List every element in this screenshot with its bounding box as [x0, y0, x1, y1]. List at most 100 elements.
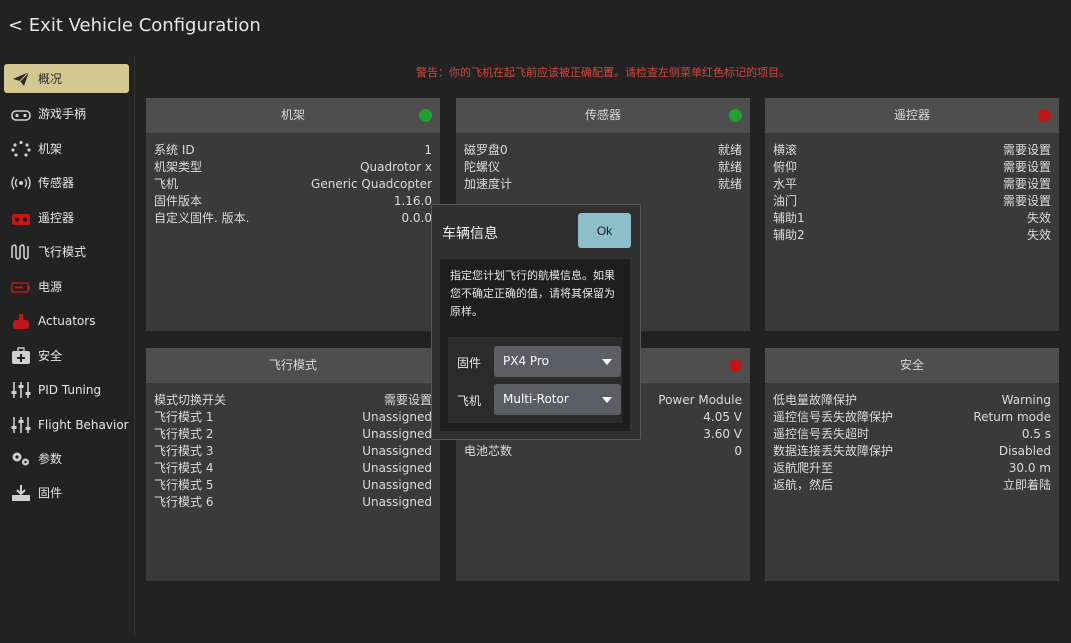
row-value: Unassigned	[362, 461, 432, 475]
sidebar-item-label: 飞行模式	[38, 245, 87, 259]
status-dot-green-icon	[729, 109, 742, 122]
row-value: Unassigned	[362, 495, 432, 509]
row-label: 飞行模式 1	[154, 410, 214, 424]
table-row: 飞行模式 2 Unassigned	[146, 426, 440, 443]
row-value: 3.60 V	[703, 427, 742, 441]
sidebar-item-pid-tuning[interactable]: PID Tuning	[4, 375, 129, 404]
sliders-icon	[11, 381, 31, 398]
table-row: 数据连接丢失故障保护 Disabled	[765, 443, 1059, 460]
row-value: 失效	[1026, 228, 1051, 242]
row-label: 低电量故障保护	[773, 393, 858, 407]
sidebar-item-power[interactable]: 电源	[4, 272, 129, 301]
radio-controller-icon	[12, 213, 30, 225]
safety-panel-header[interactable]: 安全	[765, 348, 1059, 383]
paper-plane-icon	[13, 71, 30, 86]
dialog-body: 指定您计划飞行的航模信息。如果您不确定正确的值，请将其保留为原样。 固件 PX4…	[440, 259, 630, 431]
table-row: 遥控信号丢失故障保护 Return mode	[765, 409, 1059, 426]
table-row: 机架类型 Quadrotor x	[146, 159, 440, 176]
dialog-title: 车辆信息	[442, 226, 498, 242]
table-row: 遥控信号丢失超时 0.5 s	[765, 426, 1059, 443]
table-row: 横滚 需要设置	[765, 142, 1059, 159]
exit-vehicle-config-button[interactable]: < Exit Vehicle Configuration	[8, 15, 261, 36]
row-label: 磁罗盘0	[464, 143, 508, 157]
flight-modes-panel: 飞行模式 模式切换开关 需要设置 飞行模式 1 Unassigned 飞行模式 2 U…	[146, 348, 440, 581]
sidebar-item-joystick[interactable]: 游戏手柄	[4, 99, 129, 128]
sidebar-item-firmware[interactable]: 固件	[4, 478, 129, 507]
row-label: 数据连接丢失故障保护	[773, 444, 894, 458]
safety-panel: 安全 低电量故障保护 Warning 遥控信号丢失故障保护 Return mode …	[765, 348, 1059, 581]
table-row: 返航，然后 立即着陆	[765, 477, 1059, 494]
sidebar-item-label: 遥控器	[38, 211, 75, 225]
sidebar-item-sensors[interactable]: 传感器	[4, 168, 129, 197]
sidebar-item-parameters[interactable]: 参数	[4, 444, 129, 473]
row-value: 0.5 s	[1021, 427, 1051, 441]
row-value: Return mode	[973, 410, 1051, 424]
row-label: 俯仰	[773, 160, 798, 174]
radio-panel-header[interactable]: 遥控器	[765, 98, 1059, 133]
row-value: Generic Quadcopter	[311, 177, 432, 191]
sidebar-item-airframe[interactable]: 机架	[4, 134, 129, 163]
row-value: Unassigned	[362, 444, 432, 458]
table-row: 自定义固件. 版本. 0.0.0	[146, 210, 440, 227]
row-value: Disabled	[998, 444, 1051, 458]
table-row: 飞行模式 5 Unassigned	[146, 477, 440, 494]
flight-modes-panel-header[interactable]: 飞行模式	[146, 348, 440, 383]
firmware-select[interactable]: PX4 Pro	[494, 346, 621, 377]
row-label: 油门	[773, 194, 798, 208]
table-row: 油门 需要设置	[765, 193, 1059, 210]
row-label: 辅助2	[773, 228, 805, 242]
row-value: 需要设置	[383, 393, 432, 407]
row-value: 4.05 V	[703, 410, 742, 424]
sliders-icon	[11, 416, 31, 433]
firmware-select-value: PX4 Pro	[503, 354, 549, 368]
sensors-panel-header[interactable]: 传感器	[456, 98, 750, 133]
table-row: 飞行模式 3 Unassigned	[146, 443, 440, 460]
row-label: 电池芯数	[464, 444, 513, 458]
table-row: 辅助1 失效	[765, 210, 1059, 227]
row-value: 1	[424, 143, 432, 157]
row-label: 飞行模式 6	[154, 495, 214, 509]
table-row: 返航爬升至 30.0 m	[765, 460, 1059, 477]
row-value: Unassigned	[362, 478, 432, 492]
sidebar-item-safety[interactable]: 安全	[4, 341, 129, 370]
sidebar: 概况 游戏手柄 机架 传感器 遥控器 飞行模式 电源 Actuators 安全 …	[0, 56, 135, 636]
table-row: 飞行模式 4 Unassigned	[146, 460, 440, 477]
panel-title: 遥控器	[893, 108, 930, 122]
safety-kit-icon	[12, 346, 30, 364]
ok-button[interactable]: Ok	[578, 213, 631, 248]
battery-icon	[11, 281, 30, 293]
vehicle-type-select[interactable]: Multi-Rotor	[494, 384, 621, 415]
actuator-motor-icon	[13, 313, 29, 329]
row-label: 飞行模式 5	[154, 478, 214, 492]
row-label: 飞行模式 4	[154, 461, 214, 475]
airframe-panel-header[interactable]: 机架	[146, 98, 440, 133]
row-label: 飞机	[154, 177, 179, 191]
sidebar-item-flight-behavior[interactable]: Flight Behavior	[4, 410, 129, 439]
row-label: 飞行模式 3	[154, 444, 214, 458]
sidebar-item-label: 安全	[38, 349, 63, 363]
status-dot-green-icon	[419, 109, 432, 122]
table-row: 飞机 Generic Quadcopter	[146, 176, 440, 193]
firmware-label: 固件	[457, 356, 482, 370]
row-value: Quadrotor x	[360, 160, 432, 174]
row-value: Unassigned	[362, 410, 432, 424]
sidebar-item-radio[interactable]: 遥控器	[4, 203, 129, 232]
sidebar-item-flight-modes[interactable]: 飞行模式	[4, 237, 129, 266]
table-row: 系统 ID 1	[146, 142, 440, 159]
status-dot-red-icon	[729, 359, 742, 372]
dialog-description: 指定您计划飞行的航模信息。如果您不确定正确的值，请将其保留为原样。	[450, 269, 615, 318]
table-row: 飞行模式 6 Unassigned	[146, 494, 440, 511]
sidebar-item-summary[interactable]: 概况	[4, 64, 129, 93]
table-row: 飞行模式 1 Unassigned	[146, 409, 440, 426]
sidebar-item-actuators[interactable]: Actuators	[4, 306, 129, 335]
row-value: 需要设置	[1002, 143, 1051, 157]
table-row: 辅助2 失效	[765, 227, 1059, 244]
vehicle-select-value: Multi-Rotor	[503, 392, 569, 406]
row-label: 返航爬升至	[773, 461, 834, 475]
table-row: 加速度计 就绪	[456, 176, 750, 193]
panel-title: 飞行模式	[268, 358, 317, 372]
row-value: 30.0 m	[1008, 461, 1051, 475]
vehicle-label: 飞机	[457, 394, 482, 408]
sidebar-item-label: 游戏手柄	[38, 107, 87, 121]
row-value: 0	[734, 444, 742, 458]
